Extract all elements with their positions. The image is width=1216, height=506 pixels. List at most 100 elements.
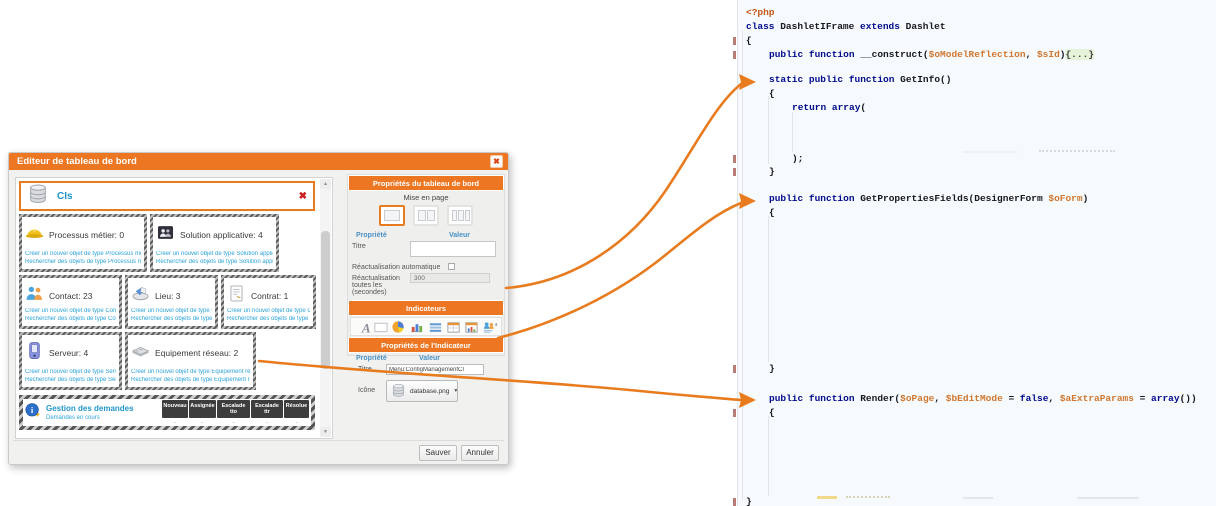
contacts-icon (25, 284, 44, 308)
auto-refresh-checkbox[interactable] (448, 263, 455, 270)
refresh-interval-input[interactable] (410, 273, 490, 283)
auto-refresh-label: Réactualisation automatique (352, 262, 448, 271)
dialog-close-icon[interactable]: ✖ (490, 155, 503, 168)
tile-title: Equipement réseau: 2 (155, 348, 238, 358)
tile-action-link[interactable]: Créer un nouvel objet de type Contact (25, 308, 116, 316)
dashlet-tile[interactable]: Processus métier: 0Créer un nouvel objet… (19, 214, 147, 272)
svg-text:4: 4 (495, 322, 497, 327)
network-icon (131, 341, 150, 365)
tile-title: Contrat: 1 (251, 291, 288, 301)
dashboard-editor-dialog: Editeur de tableau de bord ✖ CIs ✖ Proce… (8, 152, 509, 465)
badge-icon[interactable]: 4 (482, 320, 498, 334)
indicator-icon-label: Icône (352, 380, 386, 394)
groupby-chart-icon[interactable] (464, 320, 480, 334)
tile-action-link[interactable]: Rechercher des objets de type Serveur (25, 377, 116, 385)
info-icon: i (25, 402, 42, 424)
code-line: <?php (746, 8, 775, 18)
tile-row: Contact: 23 Créer un nouvel objet de type… (19, 275, 319, 329)
remove-dashlet-icon[interactable]: ✖ (299, 191, 307, 202)
demandes-col-header: Escalade ttr (251, 400, 283, 418)
hardhat-icon (25, 223, 44, 247)
demandes-table: NouveauAssignéeEscalade ttoEscalade ttrR… (162, 400, 309, 426)
demandes-col-header: Résolue (284, 400, 309, 418)
icon-dropdown[interactable]: database.png ▼ (386, 380, 458, 402)
tile-action-link[interactable]: Rechercher des objets de type Lieu (131, 316, 212, 324)
groupby-table-icon[interactable] (445, 320, 461, 334)
demandes-value: - (189, 418, 216, 426)
layout-label: Mise en page (348, 191, 504, 203)
code-line: class DashletIFrame extends Dashlet (746, 22, 946, 32)
code-line: { (746, 36, 752, 46)
indent-guide (742, 30, 743, 500)
tile-action-link[interactable]: Rechercher des objets de type Equipement… (131, 377, 250, 385)
faded-code (1077, 497, 1139, 499)
solution-icon (156, 223, 175, 247)
svg-text:A: A (360, 320, 369, 333)
bar-chart-icon[interactable] (409, 320, 425, 334)
save-button[interactable]: Sauver (419, 445, 457, 461)
code-line: ); (746, 154, 803, 164)
demandes-title: Gestion des demandes (46, 404, 151, 413)
tile-action-link[interactable]: Créer un nouvel objet de type Serveur (25, 369, 116, 377)
arrow-icon-to-getpropertiesfields (498, 203, 741, 338)
faded-code (963, 151, 1017, 153)
properties-panel: Propriétés du tableau de bord Mise en pa… (347, 174, 505, 356)
tile-action-link[interactable]: Créer un nouvel objet de type Lieu (131, 308, 212, 316)
cancel-button[interactable]: Annuler (461, 445, 499, 461)
dialog-titlebar[interactable]: Editeur de tableau de bord ✖ (9, 153, 508, 170)
scrollbar-thumb[interactable] (321, 231, 330, 369)
tile-action-link[interactable]: Rechercher des objets de type Processus … (25, 259, 141, 267)
code-line: { (746, 208, 775, 218)
demandes-value: - (251, 418, 283, 426)
indent-guide (768, 216, 769, 362)
location-icon (131, 284, 150, 308)
tile-action-link[interactable]: Créer un nouvel objet de type Contrat (227, 308, 310, 316)
layout-one-column-icon[interactable] (379, 205, 405, 226)
dashlet-tile[interactable]: Contact: 23 Créer un nouvel objet de type… (19, 275, 122, 329)
dashlet-tile[interactable]: Contrat: 1 Créer un nouvel objet de type … (221, 275, 316, 329)
iframe-icon[interactable] (372, 320, 388, 334)
faded-code (1039, 150, 1115, 152)
tile-title: Contact: 23 (49, 291, 92, 301)
tile-action-link[interactable]: Rechercher des objets de type Contrat (227, 316, 310, 324)
indicator-props-header: Propriétés de l'Indicateur (348, 337, 504, 353)
code-line: public function GetPropertiesFields(Desi… (746, 194, 1088, 204)
dashlet-gestion-demandes[interactable]: i Gestion des demandes Demandes en cours… (19, 395, 315, 430)
title-label: Titre (352, 241, 410, 250)
contract-icon (227, 284, 246, 308)
dashboard-title-input[interactable] (410, 241, 496, 257)
tiles-scrollbar[interactable]: ▲ ▼ (320, 179, 331, 437)
database-icon (27, 183, 49, 210)
dashlet-tile[interactable]: Solution applicative: 4 Créer un nouvel o… (150, 214, 279, 272)
layout-two-columns-icon[interactable] (413, 205, 439, 226)
code-line: public function Render($oPage, $bEditMod… (746, 394, 1197, 404)
layout-three-columns-icon[interactable] (447, 205, 473, 226)
indicator-title-input[interactable] (386, 364, 484, 375)
tile-action-link[interactable]: Créer un nouvel objet de type Equipement… (131, 369, 250, 377)
tile-title: Solution applicative: 4 (180, 230, 263, 240)
dashlet-tile[interactable]: Lieu: 3 Créer un nouvel objet de type Lie… (125, 275, 218, 329)
scroll-up-icon[interactable]: ▲ (320, 179, 331, 189)
text-icon[interactable]: A (354, 320, 370, 334)
indicator-palette: A4 (350, 317, 502, 336)
col-value-label: Valeur (419, 355, 440, 362)
dashlet-tile[interactable]: Equipement réseau: 2 Créer un nouvel obje… (125, 332, 256, 390)
dashlet-tile[interactable]: Serveur: 4Créer un nouvel objet de type … (19, 332, 122, 390)
list-icon[interactable] (427, 320, 443, 334)
icon-dropdown-value: database.png (410, 388, 449, 395)
dashlet-cis-header[interactable]: CIs ✖ (19, 181, 315, 211)
indicators-header: Indicateurs (348, 300, 504, 316)
tile-action-link[interactable]: Créer un nouvel objet de type Solution a… (156, 251, 273, 259)
demandes-value: - (217, 418, 250, 426)
code-line: { (746, 408, 775, 418)
tile-row: Serveur: 4Créer un nouvel objet de type … (19, 332, 319, 390)
pie-chart-icon[interactable] (391, 320, 407, 334)
tile-title: Lieu: 3 (155, 291, 181, 301)
demandes-link[interactable]: Demandes en cours (46, 415, 151, 421)
tile-action-link[interactable]: Rechercher des objets de type Solution a… (156, 259, 273, 267)
code-line: return array( (746, 103, 866, 113)
scroll-down-icon[interactable]: ▼ (320, 427, 331, 437)
arrow-indicators-to-getinfo (506, 84, 741, 288)
tile-action-link[interactable]: Créer un nouvel objet de type Processus … (25, 251, 141, 259)
tile-action-link[interactable]: Rechercher des objets de type Contact (25, 316, 116, 324)
